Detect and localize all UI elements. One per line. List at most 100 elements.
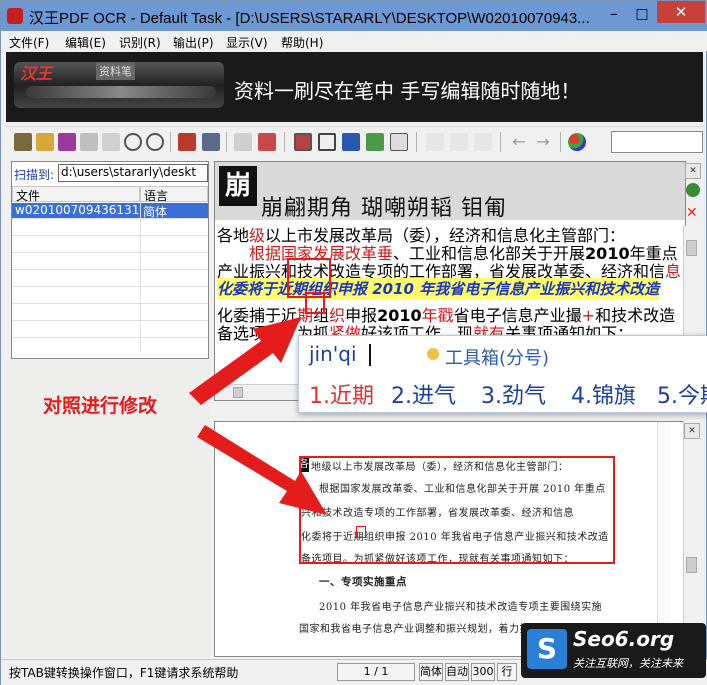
source-glyph: 崩 — [219, 166, 257, 206]
ocr-line-4[interactable]: 化委将于近期组织申报 2010 年我省电子信息产业振兴和技术改造 — [217, 278, 660, 299]
ime-toolbox[interactable]: 工具箱(分号) — [445, 344, 549, 370]
menu-recognize[interactable]: 识别(R) — [119, 34, 161, 51]
menu-help[interactable]: 帮助(H) — [281, 34, 323, 51]
menu-edit[interactable]: 编辑(E) — [65, 34, 106, 51]
toolbar-separator — [416, 132, 417, 152]
banner-slogan: 资料一刷尽在笔中 手写编辑随时随地！ — [234, 79, 581, 103]
color-icon[interactable] — [568, 133, 586, 151]
toolbar-input[interactable] — [611, 131, 703, 153]
scan-to-label: 扫描到: — [14, 168, 55, 182]
column-header-language[interactable]: 语言 — [140, 186, 208, 203]
layout-icon[interactable] — [234, 133, 252, 151]
crop-icon[interactable] — [102, 133, 120, 151]
banner-brand: 汉王 — [20, 64, 53, 83]
candidate-chars[interactable]: 崩翩期角 瑚嘲朔韬 钼匍 — [261, 190, 507, 222]
document-image: 各 地级以上市发展改革局（委），经济和信息化主管部门： 根据国家发展改革委、工业… — [215, 422, 675, 656]
page-indicator: 1 / 1 — [337, 663, 415, 681]
doc-heading: 一、专项实施重点 — [319, 576, 407, 588]
toolbar-separator — [500, 132, 501, 152]
menu-bar: 文件(F) 编辑(E) 识别(R) 输出(P) 显示(V) 帮助(H) — [1, 31, 707, 51]
confirm-icon[interactable] — [686, 183, 700, 197]
page-icon[interactable] — [80, 133, 98, 151]
empty-row — [12, 271, 208, 287]
back-arrow-icon[interactable]: ← — [510, 133, 528, 151]
scroll-thumb[interactable] — [686, 557, 697, 573]
site-watermark: S Seo6.org 关注互联网，关注未来 — [521, 623, 706, 678]
image-vertical-scrollbar[interactable]: ✕ — [683, 421, 700, 657]
menu-output[interactable]: 输出(P) — [173, 34, 214, 51]
char-highlight-box — [356, 526, 366, 538]
delete-block-icon[interactable] — [390, 133, 408, 151]
app-icon[interactable] — [7, 8, 23, 24]
ime-pinyin: jin'qi — [309, 342, 357, 366]
output-icon[interactable] — [202, 133, 220, 151]
toolbox-icon[interactable] — [427, 348, 439, 360]
import-image-icon[interactable] — [58, 133, 76, 151]
ime-candidate-1[interactable]: 1.近期 — [309, 378, 374, 410]
forward-arrow-icon[interactable]: → — [534, 133, 552, 151]
scroll-thumb[interactable] — [686, 240, 697, 256]
close-pane-icon[interactable]: ✕ — [685, 163, 701, 179]
open-folder-icon[interactable] — [36, 133, 54, 151]
file-row[interactable]: w020100709436131... 简体 — [12, 203, 208, 219]
empty-row — [12, 305, 208, 321]
watermark-domain: Seo6.org — [573, 627, 675, 651]
grid-icon[interactable] — [342, 133, 360, 151]
close-button[interactable]: ✕ — [657, 1, 705, 23]
minimize-button[interactable]: – — [601, 5, 627, 25]
pen-tool-icon[interactable] — [474, 133, 492, 151]
toolbar-separator — [560, 132, 561, 152]
watermark-logo: S — [527, 629, 567, 669]
toolbar-separator — [284, 132, 285, 152]
file-name-cell: w020100709436131... — [15, 203, 140, 217]
page-edge — [657, 422, 671, 656]
zoom-out-icon[interactable] — [146, 133, 164, 151]
ime-candidate-4[interactable]: 4.锦旗 — [571, 378, 636, 410]
dpi-indicator[interactable]: 300 — [471, 663, 495, 681]
ime-candidate-5[interactable]: 5.今期 — [657, 378, 707, 410]
scan-path-field[interactable]: d:\users\stararly\deskt — [58, 164, 208, 182]
recognize-icon[interactable] — [178, 133, 196, 151]
file-language-cell: 简体 — [143, 205, 168, 219]
empty-row — [12, 288, 208, 304]
zoom-in-icon[interactable] — [124, 133, 142, 151]
app-window: 汉王PDF OCR - Default Task - [D:\USERS\STA… — [0, 0, 707, 685]
scan-icon[interactable] — [14, 133, 32, 151]
column-header-file[interactable]: 文件 — [12, 186, 140, 203]
toolbar: ← → — [6, 126, 703, 156]
annotation-label: 对照进行修改 — [43, 395, 158, 417]
title-bar[interactable]: 汉王PDF OCR - Default Task - [D:\USERS\STA… — [1, 1, 707, 31]
ime-candidate-3[interactable]: 3.劲气 — [481, 378, 546, 410]
menu-view[interactable]: 显示(V) — [226, 34, 268, 51]
file-list-panel: 扫描到: d:\users\stararly\deskt 文件 语言 w0201… — [11, 161, 209, 359]
selection-box — [299, 456, 615, 564]
language-indicator[interactable]: 简体 — [419, 663, 443, 681]
window-title: 汉王PDF OCR - Default Task - [D:\USERS\STA… — [29, 10, 589, 27]
empty-row — [12, 322, 208, 338]
text-block-icon[interactable] — [294, 133, 312, 151]
select-icon[interactable] — [450, 133, 468, 151]
empty-row — [12, 220, 208, 236]
side-toolbar: ✕ ✕ — [683, 161, 703, 221]
watermark-tagline: 关注互联网，关注未来 — [573, 657, 683, 670]
reject-icon[interactable]: ✕ — [686, 205, 698, 221]
region-icon[interactable] — [258, 133, 276, 151]
source-image-pane[interactable]: 各 地级以上市发展改革局（委），经济和信息化主管部门： 根据国家发展改革委、工业… — [214, 421, 686, 657]
maximize-button[interactable]: □ — [629, 5, 655, 25]
image-block-icon[interactable] — [366, 133, 384, 151]
menu-file[interactable]: 文件(F) — [9, 34, 49, 51]
mode-indicator[interactable]: 自动 — [445, 663, 469, 681]
ime-candidate-window: jin'qi 工具箱(分号) 1.近期 2.进气 3.劲气 4.锦旗 5.今期 — [298, 335, 707, 413]
banner-product: 资料笔 — [96, 62, 135, 80]
status-message: 按TAB键转换操作窗口，F1键请求系统帮助 — [9, 666, 239, 680]
ime-caret — [369, 344, 371, 366]
table-block-icon[interactable] — [318, 133, 336, 151]
pointer-icon[interactable] — [426, 133, 444, 151]
character-strip: 崩 崩翩期角 瑚嘲朔韬 钼匍 — [215, 162, 685, 222]
toolbar-separator — [226, 132, 227, 152]
highlight-box-lower — [305, 292, 325, 314]
scroll-up-icon[interactable]: ✕ — [684, 423, 700, 439]
ime-candidate-2[interactable]: 2.进气 — [391, 378, 456, 410]
scroll-thumb[interactable] — [233, 387, 243, 398]
column-divider — [140, 202, 141, 352]
